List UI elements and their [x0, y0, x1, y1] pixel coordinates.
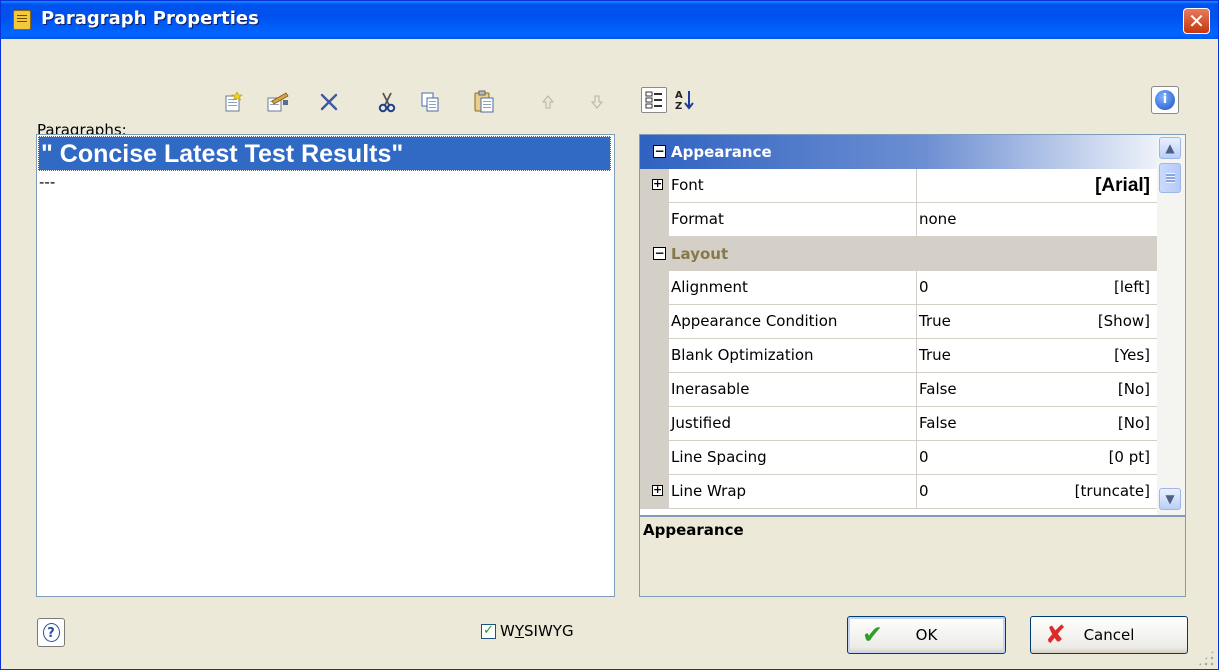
expand-icon[interactable]: + — [652, 484, 663, 496]
title-bar[interactable]: Paragraph Properties ✕ — [1, 1, 1218, 39]
category-layout[interactable]: − Layout — [640, 237, 1158, 271]
property-row-alignment[interactable]: Alignment 0 [left] — [640, 271, 1158, 305]
copy-icon[interactable] — [417, 89, 443, 115]
scroll-up-icon[interactable]: ▲ — [1159, 137, 1181, 159]
wysiwyg-checkbox[interactable]: ✓ WYSIWYG — [481, 622, 574, 640]
property-row-inerasable[interactable]: Inerasable False [No] — [640, 373, 1158, 407]
property-row-appearance-condition[interactable]: Appearance Condition True [Show] — [640, 305, 1158, 339]
scroll-down-icon[interactable]: ▼ — [1159, 488, 1181, 510]
info-icon: i — [1155, 90, 1175, 110]
property-row-format[interactable]: Format none — [640, 203, 1158, 237]
new-paragraph-icon[interactable] — [220, 89, 246, 115]
edit-paragraph-icon[interactable] — [265, 89, 291, 115]
property-row-line-spacing[interactable]: Line Spacing 0 [0 pt] — [640, 441, 1158, 475]
collapse-icon[interactable]: − — [653, 145, 666, 158]
wysiwyg-label: WYSIWYG — [500, 622, 574, 640]
property-row-line-wrap[interactable]: + Line Wrap 0 [truncate] — [640, 475, 1158, 509]
expand-icon[interactable]: + — [652, 178, 663, 190]
ok-button[interactable]: ✔ OK — [847, 616, 1006, 654]
list-item[interactable]: --- — [39, 173, 55, 191]
property-row-blank-optimization[interactable]: Blank Optimization True [Yes] — [640, 339, 1158, 373]
cut-icon[interactable] — [374, 89, 400, 115]
list-item[interactable]: " Concise Latest Test Results" — [38, 136, 611, 171]
font-value[interactable]: [Arial] — [1095, 169, 1150, 202]
info-button[interactable]: i — [1151, 86, 1179, 114]
description-title: Appearance — [643, 521, 744, 539]
categorized-view-icon[interactable] — [641, 87, 667, 113]
scroll-thumb[interactable] — [1159, 163, 1181, 193]
move-up-icon[interactable] — [535, 89, 561, 115]
paste-icon[interactable] — [471, 89, 497, 115]
property-row-justified[interactable]: Justified False [No] — [640, 407, 1158, 441]
svg-text:Z: Z — [675, 101, 682, 112]
help-button[interactable]: ? — [37, 618, 65, 647]
category-appearance[interactable]: − Appearance — [640, 135, 1158, 169]
move-down-icon[interactable] — [584, 89, 610, 115]
property-description-panel: Appearance — [639, 516, 1186, 597]
property-grid-scrollbar[interactable]: ▲ ▼ — [1157, 135, 1185, 515]
checkbox-checked-icon[interactable]: ✓ — [481, 623, 496, 639]
cancel-button[interactable]: ✘ Cancel — [1030, 616, 1188, 654]
property-grid[interactable]: − Appearance + Font [Arial] Format none … — [639, 134, 1186, 516]
alphabetical-sort-icon[interactable]: AZ — [672, 87, 698, 113]
close-button[interactable]: ✕ — [1183, 8, 1210, 34]
help-icon: ? — [42, 623, 60, 642]
svg-text:A: A — [675, 90, 683, 101]
paragraphs-list[interactable]: " Concise Latest Test Results" --- — [36, 134, 615, 597]
window-title: Paragraph Properties — [41, 8, 259, 29]
calculator-icon — [13, 10, 31, 30]
delete-icon[interactable] — [316, 89, 342, 115]
resize-grip-icon[interactable] — [1197, 649, 1215, 667]
collapse-icon[interactable]: − — [653, 247, 666, 260]
property-row-font[interactable]: + Font [Arial] — [640, 169, 1158, 203]
paragraph-properties-dialog: Paragraph Properties ✕ Paragraphs: " Con… — [0, 0, 1219, 670]
